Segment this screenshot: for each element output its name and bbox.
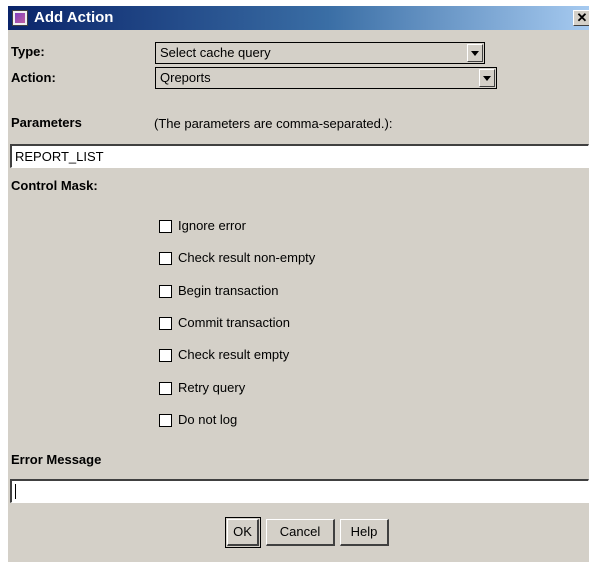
control-mask-label: Control Mask: xyxy=(11,178,98,193)
parameters-label: Parameters xyxy=(11,115,82,130)
checkbox-label: Ignore error xyxy=(178,218,246,233)
error-message-label: Error Message xyxy=(11,452,102,467)
checkbox-box[interactable] xyxy=(159,349,172,362)
parameters-hint: (The parameters are comma-separated.): xyxy=(154,116,393,131)
text-caret xyxy=(15,484,16,499)
add-action-dialog: Add Action ✕ Type: Select cache query Ac… xyxy=(8,6,589,562)
checkbox-label: Check result empty xyxy=(178,347,290,362)
action-label: Action: xyxy=(11,70,56,85)
chevron-down-icon[interactable] xyxy=(467,44,483,62)
app-icon xyxy=(12,10,28,26)
checkbox-box[interactable] xyxy=(159,220,172,233)
ok-button[interactable]: OK xyxy=(227,519,259,546)
title-bar[interactable]: Add Action ✕ xyxy=(8,6,589,30)
cancel-button[interactable]: Cancel xyxy=(266,519,335,546)
type-label: Type: xyxy=(11,44,45,59)
checkbox-label: Do not log xyxy=(178,412,238,427)
parameters-input-value: REPORT_LIST xyxy=(15,149,104,164)
action-select[interactable]: Qreports xyxy=(155,67,497,89)
checkbox-label: Commit transaction xyxy=(178,315,290,330)
error-message-input[interactable] xyxy=(10,479,589,503)
checkbox-box[interactable] xyxy=(159,382,172,395)
checkbox-label: Check result non-empty xyxy=(178,250,316,265)
parameters-input[interactable]: REPORT_LIST xyxy=(10,144,589,168)
chevron-down-icon[interactable] xyxy=(479,69,495,87)
type-select-value: Select cache query xyxy=(160,45,271,60)
checkbox-box[interactable] xyxy=(159,285,172,298)
checkbox-box[interactable] xyxy=(159,317,172,330)
dialog-title: Add Action xyxy=(34,9,114,26)
type-select[interactable]: Select cache query xyxy=(155,42,485,64)
action-select-value: Qreports xyxy=(160,70,211,85)
checkbox-label: Begin transaction xyxy=(178,283,279,298)
checkbox-box[interactable] xyxy=(159,414,172,427)
close-button[interactable]: ✕ xyxy=(573,10,589,26)
help-button[interactable]: Help xyxy=(340,519,389,546)
checkbox-box[interactable] xyxy=(159,252,172,265)
close-icon: ✕ xyxy=(576,10,588,25)
checkbox-label: Retry query xyxy=(178,380,246,395)
